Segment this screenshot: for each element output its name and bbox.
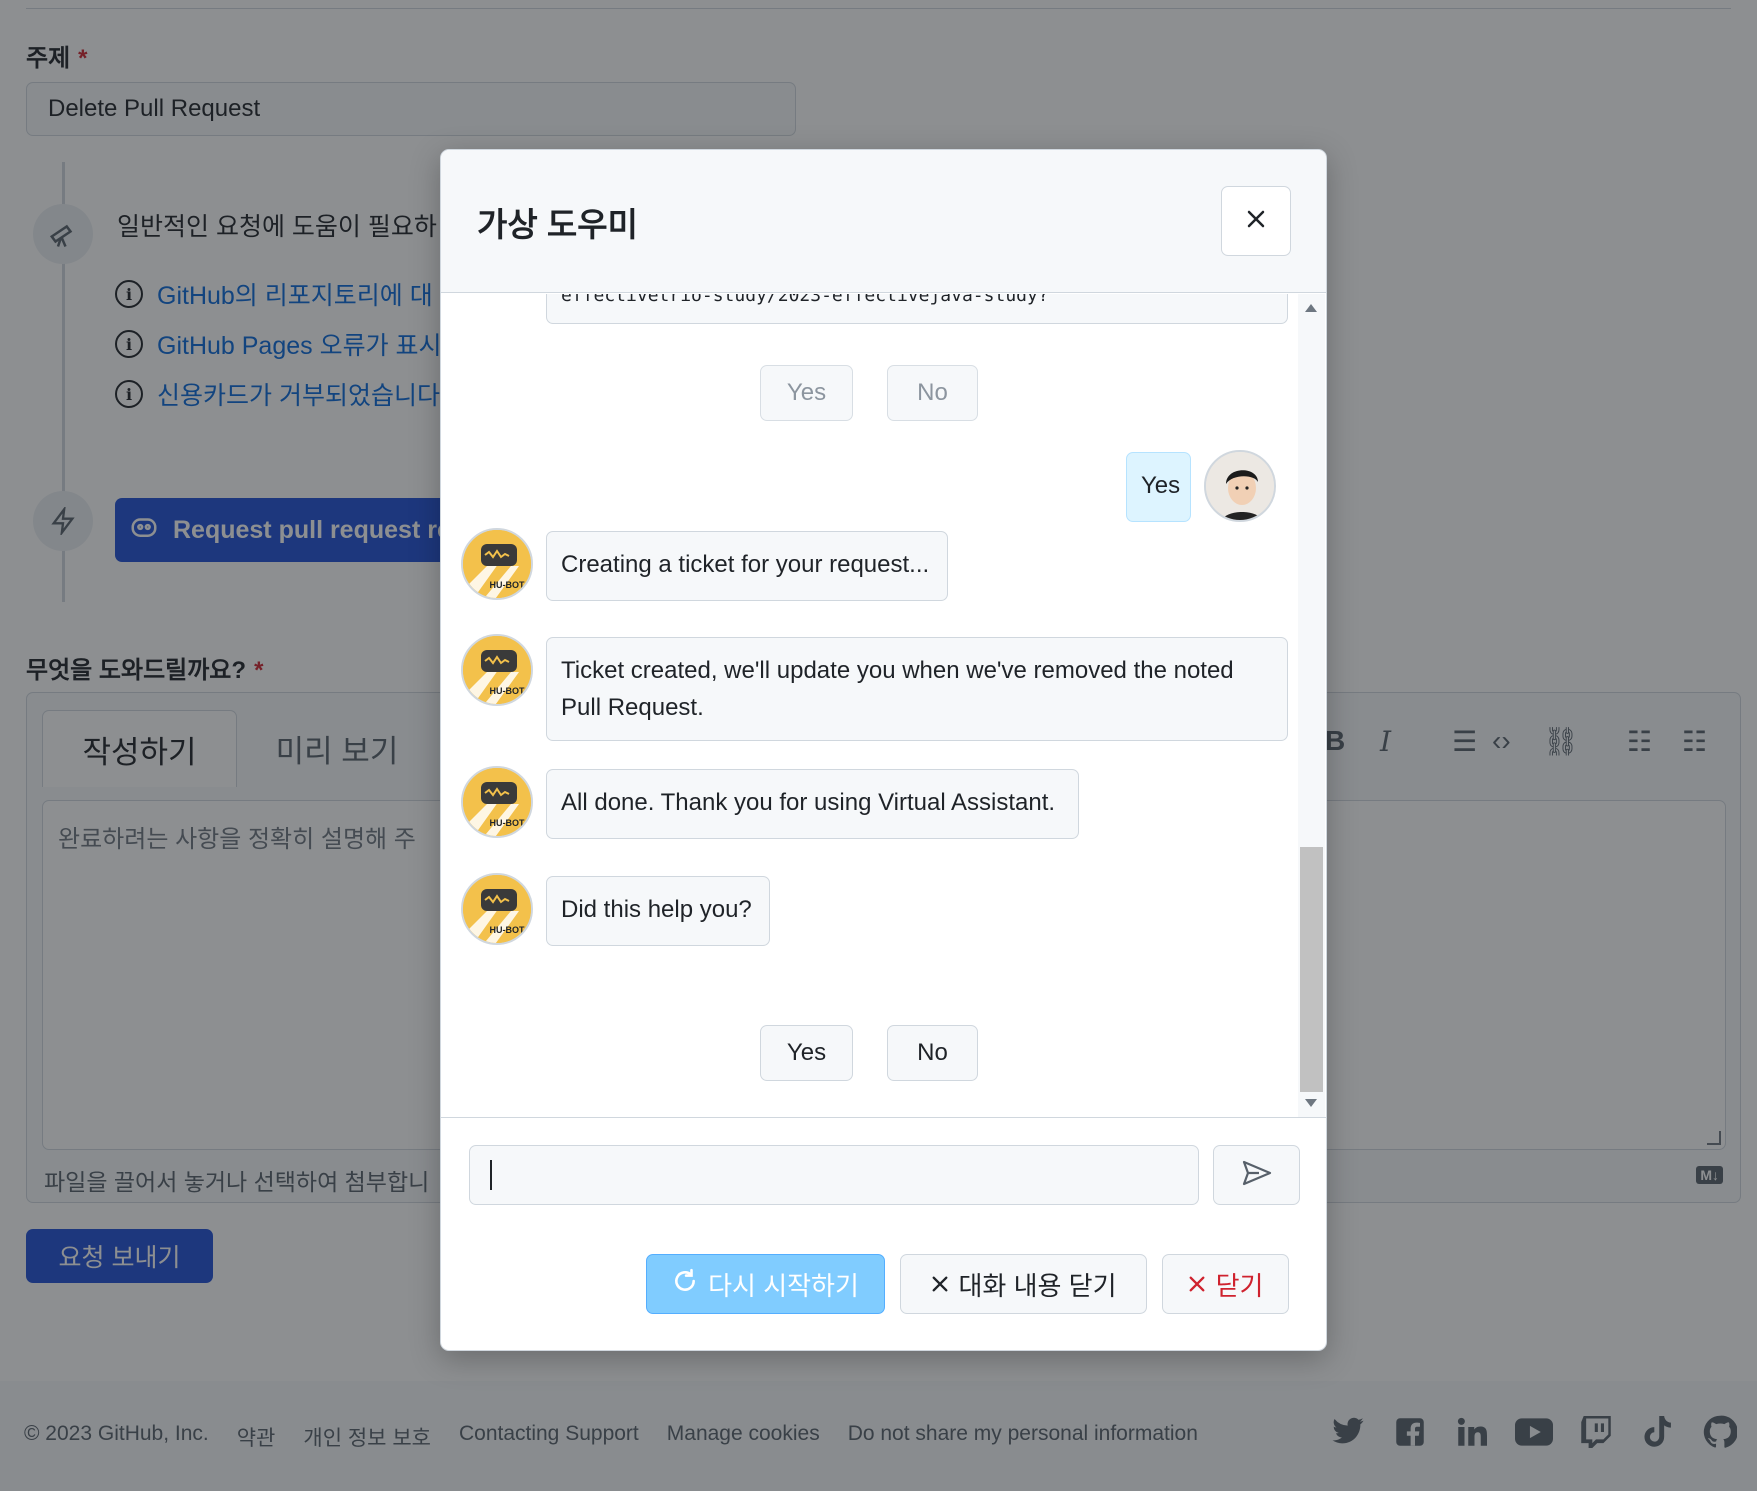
- scroll-down-icon[interactable]: [1305, 1099, 1317, 1107]
- choice-no-button[interactable]: No: [887, 1025, 978, 1081]
- svg-text:HU-BOT: HU-BOT: [490, 686, 525, 696]
- close-icon: [1246, 209, 1266, 234]
- bot-message: Did this help you?: [546, 876, 770, 946]
- choice-no-disabled: No: [887, 365, 978, 421]
- close-button[interactable]: 닫기: [1162, 1254, 1289, 1314]
- svg-text:HU-BOT: HU-BOT: [490, 580, 525, 590]
- svg-text:HU-BOT: HU-BOT: [490, 925, 525, 935]
- send-message-button[interactable]: [1213, 1145, 1300, 1205]
- scroll-up-icon[interactable]: [1305, 304, 1317, 312]
- dialog-title: 가상 도우미: [477, 206, 638, 243]
- bot-message: All done. Thank you for using Virtual As…: [546, 769, 1079, 839]
- close-icon: [1188, 1269, 1206, 1300]
- chat-message-input[interactable]: [469, 1145, 1199, 1205]
- bot-avatar: HU-BOT: [461, 528, 533, 600]
- dialog-header: 가상 도우미: [441, 150, 1326, 293]
- avatar: [1204, 450, 1276, 522]
- svg-text:HU-BOT: HU-BOT: [490, 818, 525, 828]
- bot-message-code: effectivetrio-study/2023-effectivejava-s…: [546, 294, 1288, 324]
- chat-transcript[interactable]: effectivetrio-study/2023-effectivejava-s…: [441, 294, 1297, 1117]
- bot-message: Ticket created, we'll update you when we…: [546, 637, 1288, 741]
- chat-scrollbar[interactable]: [1298, 294, 1325, 1117]
- close-icon: [931, 1269, 949, 1300]
- close-conversation-button[interactable]: 대화 내용 닫기: [900, 1254, 1147, 1314]
- bot-avatar: HU-BOT: [461, 634, 533, 706]
- virtual-assistant-dialog: 가상 도우미 effectivetrio-study/2023-effectiv…: [440, 149, 1327, 1351]
- restart-conversation-button[interactable]: 다시 시작하기: [646, 1254, 885, 1314]
- bot-avatar: HU-BOT: [461, 766, 533, 838]
- user-message: Yes: [1126, 452, 1191, 522]
- bot-message: Creating a ticket for your request...: [546, 531, 948, 601]
- send-icon: [1241, 1159, 1273, 1192]
- divider: [441, 1117, 1326, 1118]
- close-dialog-button[interactable]: [1221, 186, 1291, 256]
- refresh-icon: [672, 1268, 698, 1301]
- scroll-thumb[interactable]: [1300, 847, 1323, 1092]
- text-caret: [490, 1160, 492, 1190]
- choice-yes-button[interactable]: Yes: [760, 1025, 853, 1081]
- bot-avatar: HU-BOT: [461, 873, 533, 945]
- choice-yes-disabled: Yes: [760, 365, 853, 421]
